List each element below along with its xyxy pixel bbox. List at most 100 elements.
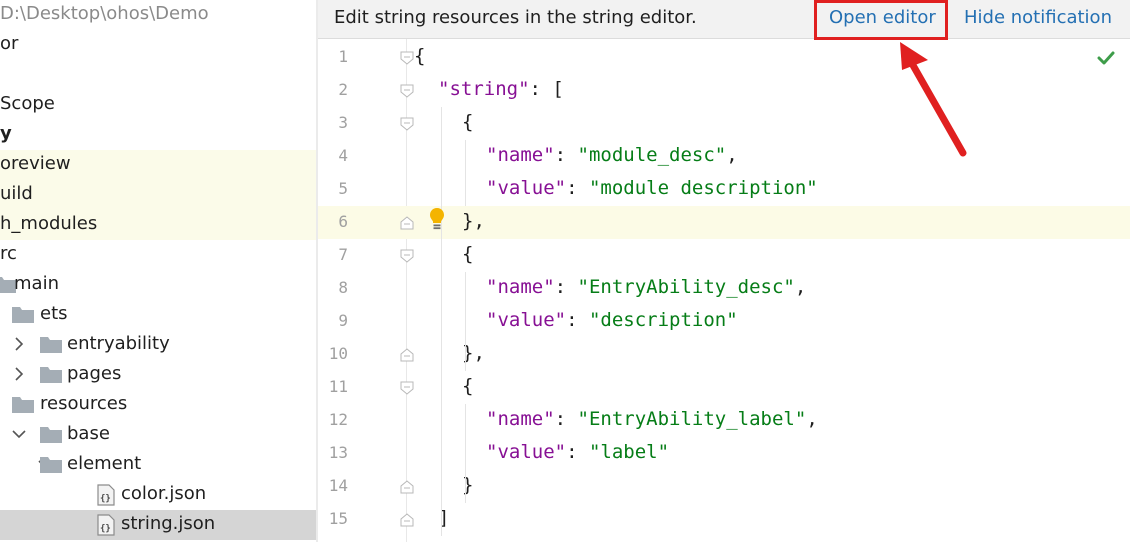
line-number: 9 [338,311,348,330]
tree-item-label: pages [67,363,122,384]
chevron-right-icon[interactable] [12,360,26,388]
code-line[interactable]: 8 "name": "EntryAbility_desc", [318,272,1130,305]
code-text: { [462,111,474,133]
line-number: 6 [338,212,348,231]
tree-row[interactable]: ets [0,300,316,330]
tree-row[interactable]: {} color.json [0,480,316,510]
tree-row[interactable]: resources [0,390,316,420]
code-line[interactable]: 9 "value": "description" [318,305,1130,338]
tree-item-label: Scope [0,93,55,114]
indent-guide [465,140,466,206]
tree-item-label: D:\Desktop\ohos\Demo [0,3,209,24]
line-number: 10 [328,344,348,363]
fold-open-icon[interactable] [400,249,414,263]
tree-item-label: or [0,33,19,54]
code-text: "name": "EntryAbility_desc", [486,276,807,298]
code-text: ] [438,507,450,529]
line-number: 8 [338,278,348,297]
fold-close-icon[interactable] [400,216,414,230]
line-number: 4 [338,146,348,165]
open-editor-highlight-box [814,0,948,40]
line-number: 14 [328,476,348,495]
code-text: "value": "description" [486,309,738,331]
tree-row[interactable]: h_modules [0,210,316,240]
tree-item-label: h_modules [0,213,98,234]
tree-row[interactable]: entryability [0,330,316,360]
code-text: { [462,375,474,397]
tree-row[interactable]: {} string.json [0,510,316,540]
line-number: 12 [328,410,348,429]
folder-icon [40,426,62,443]
code-line[interactable]: 1{ [318,41,1130,74]
tree-item-label: element [67,453,142,474]
tree-item-label: rc [0,243,17,264]
code-text: } [462,474,474,496]
tree-row[interactable]: rc [0,240,316,270]
fold-open-icon[interactable] [400,84,414,98]
tree-row[interactable]: main [0,270,316,300]
fold-open-icon[interactable] [400,51,414,65]
code-line[interactable]: 13 "value": "label" [318,437,1130,470]
tree-row[interactable]: Scope [0,90,316,120]
hide-notification-link[interactable]: Hide notification [964,7,1112,28]
code-line[interactable]: 14} [318,470,1130,503]
check-icon[interactable] [1097,50,1115,66]
tree-row[interactable]: D:\Desktop\ohos\Demo [0,0,316,30]
tree-item-label: base [67,423,110,444]
fold-open-icon[interactable] [400,117,414,131]
line-number: 2 [338,80,348,99]
line-number: 11 [328,377,348,396]
fold-open-icon[interactable] [400,381,414,395]
tree-row[interactable]: or [0,30,316,60]
tree-row[interactable]: y [0,120,316,150]
tree-row[interactable]: uild [0,180,316,210]
folder-icon [12,396,34,413]
line-number: 7 [338,245,348,264]
tree-item-label: color.json [121,483,207,504]
code-line[interactable]: 3{ [318,107,1130,140]
json-file-icon: {} [96,514,116,536]
line-number: 13 [328,443,348,462]
line-number: 15 [328,509,348,528]
line-number: 3 [338,113,348,132]
chevron-down-icon[interactable] [12,420,26,448]
code-line[interactable]: 12 "name": "EntryAbility_label", [318,404,1130,437]
code-line[interactable]: 11 { [318,371,1130,404]
chevron-right-icon[interactable] [12,330,26,358]
code-text: "name": "module_desc", [486,144,738,166]
line-number: 1 [338,47,348,66]
code-line[interactable]: 5 "value": "module description" [318,173,1130,206]
tree-row[interactable]: oreview [0,150,316,180]
code-line[interactable]: 4 "name": "module_desc", [318,140,1130,173]
code-line[interactable]: 15] [318,503,1130,536]
fold-close-icon[interactable] [400,348,414,362]
tree-item-label: main [14,273,59,294]
red-arrow-annotation [900,42,967,157]
svg-text:{}: {} [100,524,111,534]
tree-item-label: oreview [0,153,71,174]
tree-row[interactable]: base [0,420,316,450]
notification-bar: Edit string resources in the string edit… [318,0,1130,40]
json-file-icon: {} [96,484,116,506]
code-line[interactable]: 10}, [318,338,1130,371]
fold-close-icon[interactable] [400,513,414,527]
tree-row[interactable]: element [0,450,316,480]
code-text: "string": [ [438,78,564,100]
folder-icon [40,366,62,383]
fold-close-icon[interactable] [400,480,414,494]
code-line[interactable]: 2 "string": [ [318,74,1130,107]
tree-row[interactable] [0,60,316,90]
code-text: "value": "label" [486,441,670,463]
tree-item-label: string.json [121,513,216,534]
tree-item-label: ets [40,303,68,324]
code-line[interactable]: 7{ [318,239,1130,272]
code-text: }, [462,210,485,232]
project-tree: D:\Desktop\ohos\Demo or Scope y oreview uild h… [0,0,316,542]
code-text: { [414,45,426,67]
folder-icon [12,306,34,323]
indent-guide [465,404,466,503]
notification-text: Edit string resources in the string edit… [334,7,697,28]
tree-row[interactable]: pages [0,360,316,390]
lightbulb-icon[interactable] [429,207,445,231]
tree-item-label: y [0,123,12,144]
